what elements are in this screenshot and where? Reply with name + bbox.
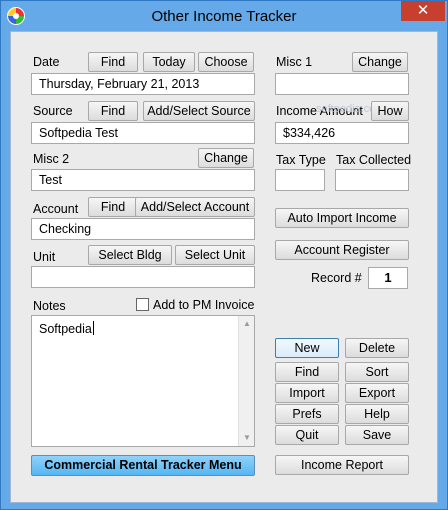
account-label: Account [33, 202, 79, 216]
misc1-label: Misc 1 [276, 55, 313, 69]
add-select-source-button[interactable]: Add/Select Source [143, 101, 255, 121]
delete-button[interactable]: Delete [345, 338, 409, 358]
export-button[interactable]: Export [345, 383, 409, 403]
misc1-change-button[interactable]: Change [352, 52, 408, 72]
source-find-button[interactable]: Find [88, 101, 138, 121]
tax-collected-label: Tax Collected [336, 153, 412, 167]
unit-label: Unit [33, 250, 56, 264]
select-unit-button[interactable]: Select Unit [175, 245, 255, 265]
add-to-pm-invoice-checkbox[interactable] [136, 298, 149, 311]
import-button[interactable]: Import [275, 383, 339, 403]
prefs-button[interactable]: Prefs [275, 404, 339, 424]
income-amount-field[interactable]: $334,426 [275, 122, 409, 144]
tax-type-label: Tax Type [276, 153, 326, 167]
unit-field[interactable] [31, 266, 255, 288]
notes-textarea[interactable]: Softpedia ▲ ▼ [31, 315, 255, 447]
tax-collected-field[interactable] [335, 169, 409, 191]
title-bar[interactable]: Other Income Tracker ✕ [1, 1, 447, 31]
record-number-label: Record # [311, 271, 362, 285]
misc2-field[interactable]: Test [31, 169, 255, 191]
application-window: Other Income Tracker ✕ Date Find Today C… [0, 0, 448, 510]
sort-button[interactable]: Sort [345, 362, 409, 382]
new-button[interactable]: New [275, 338, 339, 358]
window-title: Other Income Tracker [151, 8, 297, 25]
date-today-button[interactable]: Today [143, 52, 195, 72]
misc2-change-button[interactable]: Change [198, 148, 254, 168]
account-register-button[interactable]: Account Register [275, 240, 409, 260]
source-label: Source [33, 104, 73, 118]
tax-type-field[interactable] [275, 169, 325, 191]
add-to-pm-invoice-label: Add to PM Invoice [153, 298, 255, 312]
notes-label: Notes [33, 299, 66, 313]
account-field[interactable]: Checking [31, 218, 255, 240]
record-number-field[interactable]: 1 [368, 267, 408, 289]
text-caret [92, 321, 94, 335]
scroll-up-arrow-icon[interactable]: ▲ [239, 316, 255, 332]
account-find-button[interactable]: Find [88, 197, 138, 217]
find-button[interactable]: Find [275, 362, 339, 382]
add-select-account-button[interactable]: Add/Select Account [135, 197, 255, 217]
form-client-area: Date Find Today Choose Thursday, Februar… [10, 31, 438, 503]
notes-scrollbar[interactable]: ▲ ▼ [238, 316, 254, 446]
date-choose-button[interactable]: Choose [198, 52, 254, 72]
scroll-down-arrow-icon[interactable]: ▼ [239, 430, 255, 446]
commercial-rental-tracker-menu-button[interactable]: Commercial Rental Tracker Menu [31, 455, 255, 476]
auto-import-income-button[interactable]: Auto Import Income [275, 208, 409, 228]
notes-text: Softpedia [39, 321, 94, 336]
income-report-button[interactable]: Income Report [275, 455, 409, 475]
close-button[interactable]: ✕ [401, 1, 445, 21]
help-button[interactable]: Help [345, 404, 409, 424]
misc1-field[interactable] [275, 73, 409, 95]
select-bldg-button[interactable]: Select Bldg [88, 245, 172, 265]
date-find-button[interactable]: Find [88, 52, 138, 72]
quit-button[interactable]: Quit [275, 425, 339, 445]
save-button[interactable]: Save [345, 425, 409, 445]
income-how-button[interactable]: How [371, 101, 409, 121]
date-label: Date [33, 55, 60, 69]
misc2-label: Misc 2 [33, 152, 70, 166]
source-field[interactable]: Softpedia Test [31, 122, 255, 144]
date-field[interactable]: Thursday, February 21, 2013 [31, 73, 255, 95]
